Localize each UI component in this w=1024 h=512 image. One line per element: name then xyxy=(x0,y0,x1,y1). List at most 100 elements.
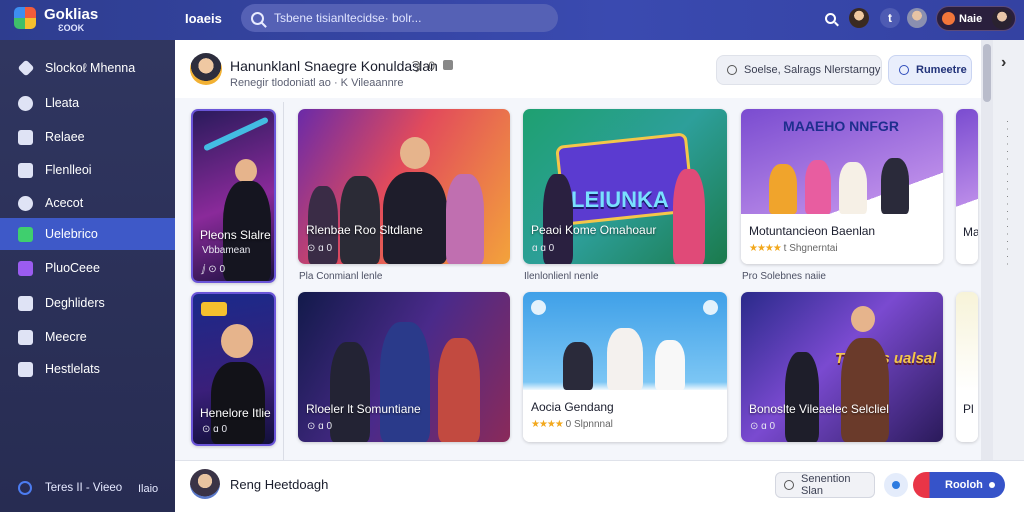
video-card-10-peek[interactable]: Pl xyxy=(956,292,978,442)
card-meta: ⊙ ɑ 0 xyxy=(307,421,333,432)
video-card-6[interactable]: Henelore Itlie ⊙ ɑ 0 xyxy=(191,292,276,446)
card-title: Pl xyxy=(963,402,974,416)
sidebar-item-4[interactable]: Flenlleoi xyxy=(0,154,175,186)
profile-pill-label: Naie xyxy=(959,12,983,25)
video-card-2[interactable]: Rlenbae Roo Sltdlane ⊙ ɑ 0 xyxy=(298,109,510,264)
video-card-5-peek[interactable]: Ma xyxy=(956,109,978,264)
nav-link[interactable]: Ioaeis xyxy=(185,11,222,26)
rating-stars-icon: ★★★★ xyxy=(531,419,564,430)
check-icon xyxy=(18,226,33,242)
sidebar-item-label: PluoCeee xyxy=(45,261,100,275)
chevron-right-icon[interactable]: › xyxy=(1001,54,1006,72)
user-avatar[interactable] xyxy=(190,469,220,499)
info-button[interactable] xyxy=(884,473,908,497)
video-card-1[interactable]: Pleons Slalre Vbbamean ⅉ ⊙ 0 xyxy=(191,109,276,283)
brand-name: Goklias xyxy=(44,6,99,23)
card-meta: ɑ ɑ 0 xyxy=(532,243,555,254)
card-caption: Ilenlonlienl nenle xyxy=(524,271,599,282)
cube-icon xyxy=(18,260,33,276)
profile-pill-button[interactable]: Naie xyxy=(936,6,1016,31)
performer-figure xyxy=(655,340,685,390)
bookmark-icon xyxy=(18,129,33,145)
sidebar-item-9[interactable]: Meecre xyxy=(0,321,175,353)
card-meta: ⊙ ɑ 0 xyxy=(307,243,333,254)
performer-figure xyxy=(380,322,430,442)
primary-button[interactable]: Rooloh xyxy=(913,472,1005,498)
sidebar-footer[interactable]: Teres II - Vieeo xyxy=(18,481,122,495)
sidebar-item-5[interactable]: Acecot xyxy=(0,187,175,219)
card-title: Henelore Itlie xyxy=(200,406,271,420)
primary-button-label: Rooloh xyxy=(945,479,983,491)
user-avatar[interactable] xyxy=(849,8,869,28)
video-card-3[interactable]: LEIUNKA Peaoi Kome Omahoaur ɑ ɑ 0 xyxy=(523,109,727,264)
performer-figure xyxy=(769,164,797,214)
secondary-button-label: Senention Slan xyxy=(801,473,851,497)
search-button[interactable] xyxy=(820,8,840,28)
user-name: Reng Heetdoagh xyxy=(230,477,329,492)
card-title: Ma xyxy=(963,225,978,239)
search-submit-button[interactable]: Rumeetre xyxy=(888,55,972,85)
top-bar: Goklias ƐOOK Ioaeis Tsbene tisianltecids… xyxy=(0,0,1024,40)
performer-figure xyxy=(438,338,480,442)
card-footer: Motuntancieon Baenlan ★★★★ t Shgnerntai xyxy=(741,214,943,264)
profile-avatar xyxy=(992,9,1012,29)
sidebar-footer-end[interactable]: Ilaio xyxy=(138,483,158,495)
secondary-button[interactable]: Senention Slan xyxy=(775,472,875,498)
search-button-label: Rumeetre xyxy=(916,64,967,76)
performer-figure xyxy=(785,352,819,442)
scrollbar-track[interactable] xyxy=(981,40,993,460)
filter-search-input[interactable]: Soelse, Salrags Nlerstarngy xyxy=(716,55,882,85)
performer-head xyxy=(221,324,253,358)
bottom-bar: Reng Heetdoagh Senention Slan Rooloh xyxy=(175,460,1024,512)
sidebar-item-10[interactable]: Hestlelats xyxy=(0,353,175,385)
banner-text: LEIUNKA xyxy=(571,187,669,212)
video-card-9[interactable]: Tunrios ualsal Bonoslte Vileaelec Selcli… xyxy=(741,292,943,442)
card-title: Pleons Slalre xyxy=(200,228,271,242)
card-caption: Pro Solebnes naiie xyxy=(742,271,826,282)
performer-figure xyxy=(340,176,380,264)
info-icon xyxy=(892,481,900,489)
global-search-input[interactable]: Tsbene tisianltecidse· bolr... xyxy=(241,4,558,32)
card-meta: ⊙ ɑ 0 xyxy=(750,421,776,432)
sidebar-item-6-active[interactable]: Uelebrico xyxy=(0,218,175,250)
scrollbar-thumb[interactable] xyxy=(983,44,991,102)
sidebar-item-label: Uelebrico xyxy=(45,227,98,241)
brand-subtitle: ƐOOK xyxy=(58,23,85,33)
sidebar-item-7[interactable]: PluoCeee xyxy=(0,252,175,284)
sidebar-item-2[interactable]: Lleata xyxy=(0,87,175,119)
sidebar-item-3[interactable]: Relaee xyxy=(0,121,175,153)
list-icon xyxy=(18,361,33,377)
channel-header: Hanunklanl Snaegre Konuldaslan Ϡ ·0 Rene… xyxy=(175,40,1024,98)
sidebar-item-8[interactable]: Deghliders xyxy=(0,287,175,319)
video-card-8[interactable]: Aocia Gendang ★★★★ 0 Slpnnnal xyxy=(523,292,727,442)
rating-stars-icon: ★★★★ xyxy=(749,243,782,254)
divider xyxy=(283,102,284,460)
notification-bell-icon[interactable]: t xyxy=(880,8,900,28)
search-icon xyxy=(824,12,836,24)
search-icon xyxy=(899,65,909,75)
friend-avatar[interactable] xyxy=(907,8,927,28)
performer-figure xyxy=(805,160,831,214)
neon-light xyxy=(203,116,269,152)
video-card-7[interactable]: Rloeler lt Somuntiane ⊙ ɑ 0 xyxy=(298,292,510,442)
performer-head xyxy=(400,137,430,169)
app-logo-icon[interactable] xyxy=(14,7,36,29)
sidebar-item-label: Deghliders xyxy=(45,296,105,310)
search-icon xyxy=(251,11,264,25)
globe-icon xyxy=(18,481,32,495)
card-subtitle: Vbbamean xyxy=(202,245,251,256)
sidebar-item-label: Meecre xyxy=(45,330,87,344)
performer-figure xyxy=(839,162,867,214)
video-card-4[interactable]: MAAEHO NNFGR Motuntancieon Baenlan ★★★★ … xyxy=(741,109,943,264)
sidebar-item-label: Lleata xyxy=(45,96,80,110)
camera-icon xyxy=(531,300,546,315)
performer-figure xyxy=(563,342,593,390)
channel-title: Hanunklanl Snaegre Konuldaslan xyxy=(230,58,438,74)
sidebar-item-1[interactable]: Slockoℓ Mhenna xyxy=(0,52,175,84)
status-dot-icon xyxy=(942,12,955,25)
main-panel: Hanunklanl Snaegre Konuldaslan Ϡ ·0 Rene… xyxy=(175,40,1024,512)
channel-avatar[interactable] xyxy=(190,53,222,85)
performer-figure xyxy=(673,169,705,264)
search-icon xyxy=(727,65,737,75)
card-title: Peaoi Kome Omahoaur xyxy=(531,223,657,237)
